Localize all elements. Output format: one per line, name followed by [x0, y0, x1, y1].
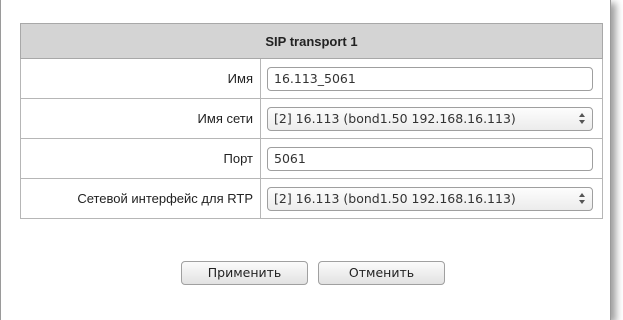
- name-label: Имя: [20, 58, 261, 99]
- network-name-selected-value: [2] 16.113 (bond1.50 192.168.16.113): [274, 110, 516, 126]
- updown-arrows-icon: [579, 192, 585, 206]
- row-name: Имя 16.113_5061: [20, 58, 603, 99]
- port-input[interactable]: 5061: [267, 146, 593, 171]
- row-port: Порт 5061: [20, 138, 603, 179]
- settings-panel: SIP transport 1 Имя 16.113_5061 Имя сети…: [0, 0, 611, 320]
- row-network-name: Имя сети [2] 16.113 (bond1.50 192.168.16…: [20, 98, 603, 139]
- network-name-select[interactable]: [2] 16.113 (bond1.50 192.168.16.113): [267, 106, 593, 131]
- updown-arrows-icon: [579, 112, 585, 126]
- name-input[interactable]: 16.113_5061: [267, 66, 593, 91]
- table-title: SIP transport 1: [20, 23, 603, 59]
- table-header-row: SIP transport 1: [20, 23, 603, 59]
- port-cell: 5061: [260, 138, 603, 179]
- rtp-interface-label: Сетевой интерфейс для RTP: [20, 178, 261, 219]
- rtp-interface-select[interactable]: [2] 16.113 (bond1.50 192.168.16.113): [267, 186, 593, 211]
- cancel-button[interactable]: Отменить: [318, 261, 445, 285]
- apply-button[interactable]: Применить: [181, 261, 308, 285]
- name-cell: 16.113_5061: [260, 58, 603, 99]
- port-label: Порт: [20, 138, 261, 179]
- sip-transport-table: SIP transport 1 Имя 16.113_5061 Имя сети…: [20, 23, 603, 219]
- network-name-cell: [2] 16.113 (bond1.50 192.168.16.113): [260, 98, 603, 139]
- row-rtp-interface: Сетевой интерфейс для RTP [2] 16.113 (bo…: [20, 178, 603, 219]
- rtp-interface-selected-value: [2] 16.113 (bond1.50 192.168.16.113): [274, 190, 516, 206]
- rtp-interface-cell: [2] 16.113 (bond1.50 192.168.16.113): [260, 178, 603, 219]
- network-name-label: Имя сети: [20, 98, 261, 139]
